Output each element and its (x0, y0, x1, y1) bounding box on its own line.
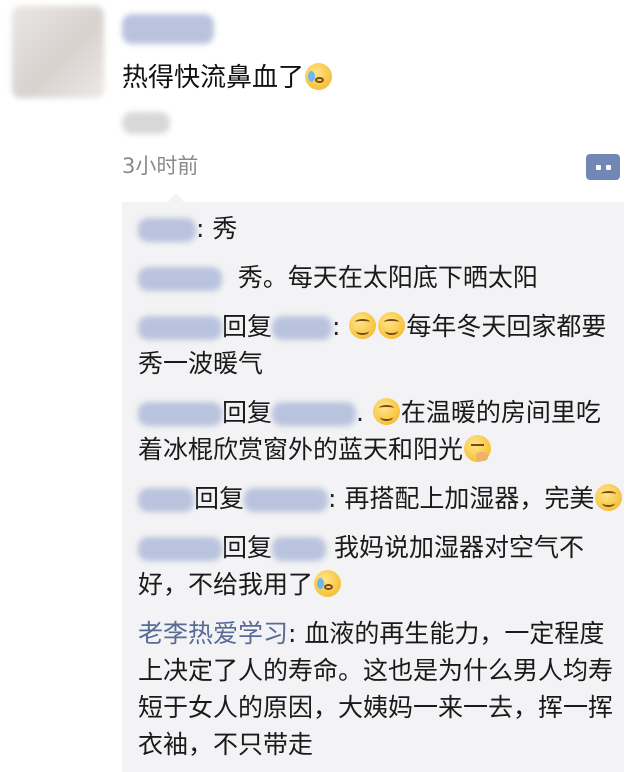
thinking-emoji-icon (464, 435, 492, 462)
comment-item: 回复: 再搭配上加湿器，完美 (138, 480, 624, 517)
post-text: 热得快流鼻血了 (122, 60, 333, 96)
comments-panel: : 秀 秀。每天在太阳底下晒太阳 回复: 每年冬天回家都要秀一波暖气 回复. 在… (122, 202, 624, 772)
crying-laughing-emoji-icon (314, 570, 342, 597)
reply-target-blurred[interactable] (272, 316, 333, 340)
comment-separator: . (356, 398, 372, 427)
commenter-name-blurred[interactable] (138, 537, 222, 561)
comment-separator: : (196, 214, 213, 243)
commenter-name-blurred[interactable] (138, 218, 196, 242)
comment-separator (326, 533, 334, 562)
grin-emoji-icon (372, 398, 400, 425)
commenter-name-blurred[interactable] (138, 488, 194, 512)
avatar[interactable] (12, 6, 104, 98)
grin-emoji-icon (595, 484, 623, 511)
reply-target-blurred[interactable] (272, 537, 327, 561)
author-name-blurred[interactable] (122, 14, 214, 44)
comment-item: 回复 我妈说加湿器对空气不好，不给我用了 (138, 529, 624, 603)
comment-separator: : (288, 619, 305, 648)
grin-emoji-icon (378, 312, 406, 339)
commenter-name-blurred[interactable] (138, 402, 222, 426)
comment-text: 再搭配上加湿器，完美 (344, 484, 595, 513)
reply-label: 回复 (222, 398, 273, 427)
comment-separator: : (332, 312, 349, 341)
location-blurred[interactable] (122, 112, 170, 134)
comment-separator: : (328, 484, 345, 513)
comment-item: 老李热爱学习: 血液的再生能力，一定程度上决定了人的寿命。这也是为什么男人均寿短… (138, 615, 624, 763)
commenter-name-blurred[interactable] (138, 267, 222, 291)
grin-emoji-icon (349, 312, 377, 339)
dot-icon (595, 164, 601, 170)
comments-caret (168, 193, 184, 202)
reply-label: 回复 (222, 312, 273, 341)
reply-label: 回复 (222, 533, 273, 562)
reply-label: 回复 (194, 484, 245, 513)
reply-target-blurred[interactable] (272, 402, 357, 426)
dot-icon (605, 164, 611, 170)
comment-action-button[interactable] (586, 154, 620, 180)
post-text-body: 热得快流鼻血了 (122, 63, 305, 93)
crying-laughing-emoji-icon (305, 63, 333, 90)
reply-target-blurred[interactable] (244, 488, 329, 512)
commenter-name-link[interactable]: 老李热爱学习 (138, 619, 288, 648)
comment-text: 秀。每天在太阳底下晒太阳 (237, 263, 538, 292)
comment-text: 秀 (212, 214, 238, 243)
comment-item: 回复: 每年冬天回家都要秀一波暖气 (138, 308, 624, 382)
commenter-name-blurred[interactable] (138, 316, 222, 340)
comment-item: 回复. 在温暖的房间里吃着冰棍欣赏窗外的蓝天和阳光 (138, 394, 624, 468)
comment-item: 秀。每天在太阳底下晒太阳 (138, 259, 624, 296)
comment-item: : 秀 (138, 210, 624, 247)
post-time: 3小时前 (122, 154, 199, 178)
